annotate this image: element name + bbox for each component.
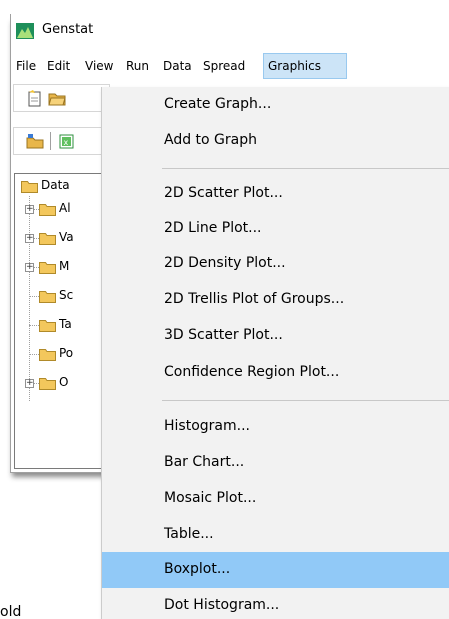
toolbar-separator bbox=[50, 132, 51, 150]
menu-item-label: Add to Graph bbox=[164, 132, 258, 148]
menu-item-label: Dot Histogram... bbox=[164, 597, 280, 613]
tree-connector bbox=[29, 196, 30, 401]
svg-text:x: x bbox=[64, 138, 69, 147]
open-folder-icon[interactable] bbox=[48, 90, 66, 107]
tree-connector bbox=[29, 354, 39, 355]
menu-item-label: Histogram... bbox=[164, 418, 250, 434]
new-file-icon[interactable] bbox=[26, 90, 44, 107]
tree-label: O bbox=[59, 375, 69, 389]
menu-item-2d-line[interactable]: 2D Line Plot... bbox=[102, 211, 449, 247]
menu-separator bbox=[162, 168, 449, 169]
tree-label: M bbox=[59, 259, 70, 273]
menu-item-dot-histogram[interactable]: Dot Histogram... bbox=[102, 588, 449, 619]
spreadsheet-icon[interactable]: x bbox=[58, 133, 76, 150]
menu-item-label: Create Graph... bbox=[164, 96, 272, 112]
menu-item-create-graph[interactable]: Create Graph... bbox=[102, 87, 449, 123]
tree-connector bbox=[29, 325, 39, 326]
expand-plus-icon[interactable]: + bbox=[25, 205, 34, 214]
tree-label: Sc bbox=[59, 288, 74, 302]
menu-view[interactable]: View bbox=[81, 53, 117, 79]
graphics-menu-dropdown: Create Graph... Add to Graph 2D Scatter … bbox=[101, 87, 449, 619]
menu-item-label: Confidence Region Plot... bbox=[164, 364, 340, 380]
toolbar-data: x bbox=[13, 127, 110, 155]
folder-icon bbox=[39, 291, 56, 303]
folder-icon bbox=[39, 349, 56, 361]
menu-bar: File Edit View Run Data Spread Graphics bbox=[11, 53, 449, 79]
menu-item-label: 2D Trellis Plot of Groups... bbox=[164, 291, 345, 307]
menu-item-mosaic-plot[interactable]: Mosaic Plot... bbox=[102, 481, 449, 517]
menu-item-boxplot[interactable]: Boxplot... bbox=[102, 552, 449, 588]
menu-item-confidence-region[interactable]: Confidence Region Plot... bbox=[102, 355, 449, 391]
window-title: Genstat bbox=[42, 22, 94, 37]
menu-data[interactable]: Data bbox=[159, 53, 196, 79]
menu-item-label: Mosaic Plot... bbox=[164, 490, 257, 506]
expand-plus-icon[interactable]: + bbox=[25, 263, 34, 272]
data-tree-panel: Data + Al + Va + M Sc Ta Po + O bbox=[14, 173, 110, 469]
folder-icon bbox=[39, 378, 56, 390]
menu-item-label: Boxplot... bbox=[164, 561, 231, 577]
menu-item-3d-scatter[interactable]: 3D Scatter Plot... bbox=[102, 318, 449, 354]
folder-icon bbox=[39, 320, 56, 332]
menu-file[interactable]: File bbox=[12, 53, 40, 79]
menu-item-label: 2D Line Plot... bbox=[164, 220, 262, 236]
toolbar-standard bbox=[13, 84, 110, 112]
expand-plus-icon[interactable]: + bbox=[25, 234, 34, 243]
folder-icon bbox=[21, 181, 38, 193]
menu-item-table[interactable]: Table... bbox=[102, 517, 449, 553]
expand-plus-icon[interactable]: + bbox=[25, 379, 34, 388]
menu-item-label: 2D Scatter Plot... bbox=[164, 185, 283, 201]
menu-item-bar-chart[interactable]: Bar Chart... bbox=[102, 445, 449, 481]
menu-item-2d-scatter[interactable]: 2D Scatter Plot... bbox=[102, 176, 449, 212]
tree-label: Va bbox=[59, 230, 74, 244]
folder-icon bbox=[39, 262, 56, 274]
menu-graphics[interactable]: Graphics bbox=[263, 53, 347, 79]
new-folder-icon[interactable] bbox=[26, 133, 44, 150]
menu-item-label: Table... bbox=[164, 526, 214, 542]
menu-item-label: 2D Density Plot... bbox=[164, 255, 286, 271]
genstat-app-icon bbox=[16, 23, 34, 39]
folder-icon bbox=[39, 233, 56, 245]
background-text: old bbox=[0, 604, 22, 619]
tree-label: Ta bbox=[59, 317, 72, 331]
menu-run[interactable]: Run bbox=[122, 53, 153, 79]
menu-item-2d-trellis[interactable]: 2D Trellis Plot of Groups... bbox=[102, 282, 449, 318]
menu-item-label: 3D Scatter Plot... bbox=[164, 327, 283, 343]
menu-edit[interactable]: Edit bbox=[43, 53, 74, 79]
folder-icon bbox=[39, 204, 56, 216]
menu-spread[interactable]: Spread bbox=[199, 53, 249, 79]
title-bar: Genstat bbox=[11, 14, 449, 46]
menu-item-2d-density[interactable]: 2D Density Plot... bbox=[102, 246, 449, 282]
menu-item-label: Bar Chart... bbox=[164, 454, 245, 470]
tree-label: Data bbox=[41, 178, 70, 192]
tree-label: Po bbox=[59, 346, 74, 360]
tree-label: Al bbox=[59, 201, 71, 215]
tree-connector bbox=[29, 296, 39, 297]
menu-item-add-to-graph[interactable]: Add to Graph bbox=[102, 123, 449, 159]
menu-separator bbox=[162, 400, 449, 401]
menu-item-histogram[interactable]: Histogram... bbox=[102, 409, 449, 445]
